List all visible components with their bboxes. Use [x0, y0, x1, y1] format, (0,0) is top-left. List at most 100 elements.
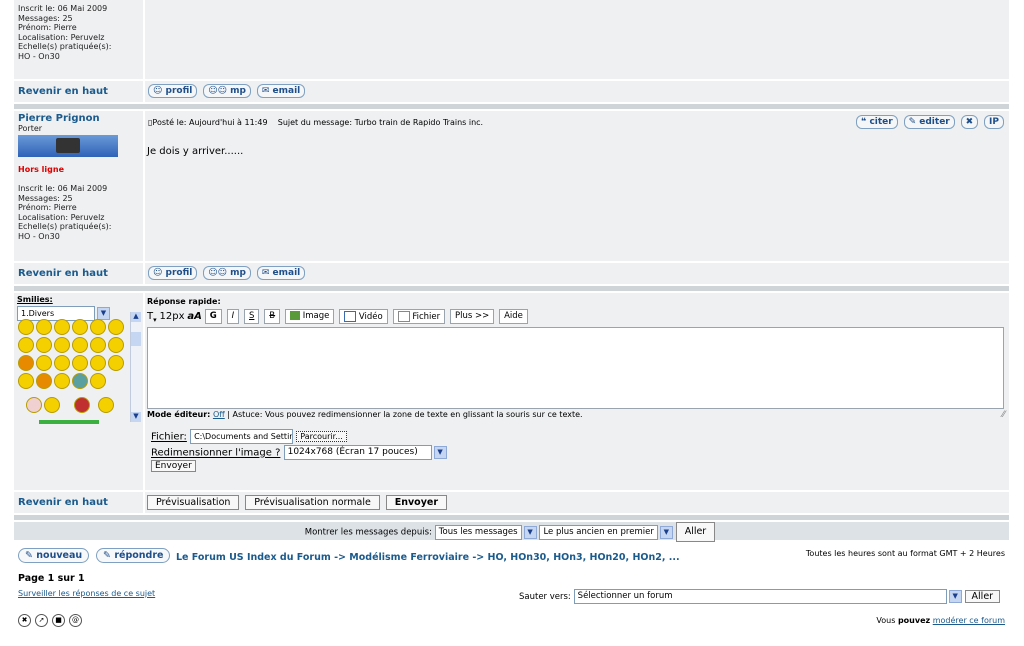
edit-button[interactable]: ✎ editer	[903, 115, 955, 129]
post1-userinfo: Inscrit le: 06 Mai 2009 Messages: 25 Pré…	[14, 0, 143, 62]
delete-button[interactable]: ✖	[960, 115, 979, 129]
smiley-icon[interactable]	[26, 397, 42, 413]
userinfo-line: Inscrit le: 06 Mai 2009	[18, 4, 108, 13]
smiley-icon[interactable]	[36, 355, 52, 371]
smiley-strip-icon	[39, 420, 99, 424]
post1-author-panel: Inscrit le: 06 Mai 2009 Messages: 25 Pré…	[14, 0, 143, 79]
watch-topic-link[interactable]: Surveiller les réponses de ce sujet	[18, 589, 155, 598]
profile-button[interactable]: ☺ profil	[148, 266, 198, 280]
smiley-icon[interactable]	[54, 355, 70, 371]
smiley-icon[interactable]	[98, 397, 114, 413]
resize-select[interactable]: 1024x768 (Écran 17 pouces)	[283, 445, 432, 460]
submit-row: Prévisualisation Prévisualisation normal…	[145, 492, 1009, 513]
smiley-icon[interactable]	[72, 319, 88, 335]
filter-go-button[interactable]: Aller	[675, 522, 716, 542]
smiley-icon[interactable]	[72, 373, 88, 389]
smiley-icon[interactable]	[54, 373, 70, 389]
help-button[interactable]: Aide	[499, 309, 528, 324]
reply-button[interactable]: ✎ répondre	[96, 548, 171, 563]
online-status: Hors ligne	[18, 165, 65, 174]
resize-image-row: Redimensionner l'image ? 1024x768 (Écran…	[151, 445, 447, 460]
back-to-top-link[interactable]: Revenir en haut	[14, 268, 108, 279]
bold-button[interactable]: G	[204, 309, 222, 324]
smiley-icon[interactable]	[90, 355, 106, 371]
smiley-icon[interactable]	[18, 337, 34, 353]
jump-select[interactable]: Sélectionner un forum	[573, 589, 947, 604]
smiley-icon[interactable]	[74, 397, 90, 413]
italic-button[interactable]: I	[226, 309, 240, 324]
smiley-icon[interactable]	[54, 337, 70, 353]
jump-go-button[interactable]: Aller	[964, 590, 1001, 603]
breadcrumb[interactable]: Le Forum US Index du Forum -> Modélisme …	[176, 552, 680, 563]
font-size-value[interactable]: 12px	[160, 311, 185, 322]
new-topic-button[interactable]: ✎ nouveau	[18, 548, 90, 563]
scroll-down-icon[interactable]: ▼	[131, 412, 141, 422]
send-button[interactable]: Envoyer	[385, 495, 448, 510]
ip-button[interactable]: IP	[984, 115, 1004, 129]
smilies-scrollbar[interactable]: ▲ ▼	[130, 312, 141, 422]
more-button[interactable]: Plus >>	[449, 309, 495, 324]
smiley-icon[interactable]	[36, 373, 52, 389]
profile-button[interactable]: ☺ profil	[148, 84, 198, 98]
userinfo-line: Messages: 25	[18, 13, 73, 23]
post-author-name[interactable]: Pierre Prignon	[18, 113, 139, 124]
userinfo-line: Prénom: Pierre	[18, 203, 77, 213]
smiley-icon[interactable]	[36, 337, 52, 353]
order-select[interactable]: Le plus ancien en premier	[539, 524, 658, 540]
pm-button[interactable]: ☺☺ mp	[203, 84, 251, 98]
smiley-icon[interactable]	[18, 319, 34, 335]
smiley-icon[interactable]	[108, 355, 124, 371]
smiley-icon[interactable]	[90, 337, 106, 353]
smiley-icon[interactable]	[72, 337, 88, 353]
smiley-icon[interactable]	[108, 337, 124, 353]
back-to-top-link[interactable]: Revenir en haut	[14, 86, 108, 97]
upload-send-button[interactable]: Envoyer	[151, 460, 196, 472]
smiley-icon[interactable]	[72, 355, 88, 371]
delete-icon[interactable]: ■	[52, 614, 65, 627]
chevron-down-icon: ▼	[659, 525, 673, 539]
scroll-thumb[interactable]	[131, 332, 141, 346]
userinfo-line: HO - On30	[18, 51, 60, 61]
post-subject: Sujet du message: Turbo train de Rapido …	[277, 118, 484, 127]
split-icon[interactable]: @	[69, 614, 82, 627]
mode-toggle-link[interactable]: Off	[213, 410, 225, 419]
pm-button[interactable]: ☺☺ mp	[203, 266, 251, 280]
move-icon[interactable]: ➚	[35, 614, 48, 627]
smiley-icon[interactable]	[90, 373, 106, 389]
smiley-icon[interactable]	[54, 319, 70, 335]
video-button[interactable]: Vidéo	[339, 309, 388, 324]
resize-handle-icon[interactable]: ⁄⁄	[1002, 410, 1005, 420]
post1-body	[145, 0, 1009, 79]
smiley-icon[interactable]	[44, 397, 60, 413]
smiley-icon[interactable]	[90, 319, 106, 335]
file-upload-row: Fichier: C:\Documents and Settir Parcour…	[151, 429, 350, 444]
preview-normal-button[interactable]: Prévisualisation normale	[245, 495, 380, 510]
smiley-icon[interactable]	[36, 319, 52, 335]
email-button[interactable]: ✉ email	[256, 84, 306, 98]
userinfo-line: Messages: 25	[18, 193, 73, 203]
post1-revenir-cell: Revenir en haut	[14, 81, 143, 102]
author-avatar	[18, 135, 118, 157]
underline-button[interactable]: S	[244, 309, 260, 324]
message-textarea[interactable]	[147, 327, 1004, 409]
lock-icon[interactable]: ✖	[18, 614, 31, 627]
userinfo-line: Localisation: Peruvelz	[18, 32, 105, 42]
strike-button[interactable]: B	[264, 309, 281, 324]
image-button[interactable]: Image	[285, 309, 335, 324]
preview-button[interactable]: Prévisualisation	[147, 495, 240, 510]
back-to-top-link[interactable]: Revenir en haut	[14, 497, 108, 508]
scroll-up-icon[interactable]: ▲	[131, 312, 141, 322]
file-path-input[interactable]: C:\Documents and Settir	[190, 429, 294, 444]
mode-label: Mode éditeur:	[147, 410, 211, 419]
moderate-link[interactable]: modérer ce forum	[933, 616, 1005, 625]
smiley-icon[interactable]	[18, 373, 34, 389]
file-button[interactable]: Fichier	[392, 309, 446, 324]
browse-button[interactable]: Parcourir...	[296, 431, 347, 442]
smiley-icon[interactable]	[108, 319, 124, 335]
quote-button[interactable]: ❝ citer	[856, 115, 898, 129]
email-button[interactable]: ✉ email	[256, 266, 306, 280]
smiley-icon[interactable]	[18, 355, 34, 371]
since-select[interactable]: Tous les messages	[434, 524, 522, 540]
font-size-icon[interactable]: T▾	[147, 311, 157, 324]
font-style-icon[interactable]: aA	[187, 311, 202, 322]
